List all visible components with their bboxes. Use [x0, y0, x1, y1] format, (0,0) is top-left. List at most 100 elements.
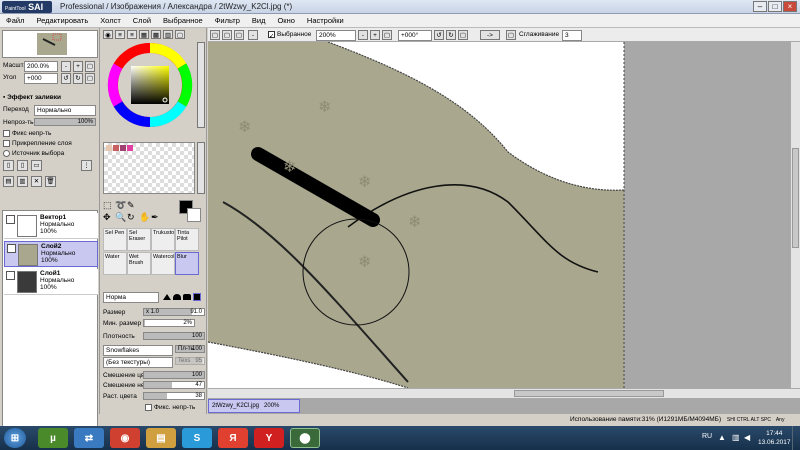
rotate-right-button[interactable]: ↻	[73, 73, 83, 84]
show-selection-checkbox[interactable]: ✓	[268, 30, 275, 40]
vertical-scrollbar[interactable]	[790, 42, 800, 388]
texture-select[interactable]: (Без текстуры)	[103, 357, 173, 368]
swatch-color[interactable]	[120, 145, 126, 151]
min-size-slider[interactable]: 2%	[143, 319, 195, 327]
menu-layer[interactable]: Слой	[127, 14, 157, 28]
menu-filter[interactable]: Фильтр	[209, 14, 246, 28]
menu-selection[interactable]: Выбранное	[157, 14, 209, 28]
network-icon[interactable]: ▥	[732, 433, 740, 442]
palette-tab[interactable]: ▦	[139, 30, 149, 39]
blend-slider[interactable]: 100	[143, 371, 205, 379]
rect-select-icon[interactable]: ⬚	[103, 200, 112, 211]
brush-shape-select[interactable]: Snowflakes	[103, 345, 173, 356]
brush-fix-opacity-checkbox[interactable]	[145, 403, 152, 411]
zoom-out-button[interactable]: -	[358, 30, 368, 40]
secondary-color[interactable]	[187, 208, 201, 222]
layer-panel-menu-button[interactable]: ⋮	[81, 160, 92, 171]
language-indicator[interactable]: RU	[702, 433, 712, 440]
layer-2[interactable]: Слой2 Нормально 100%	[4, 241, 98, 267]
yandex-browser-icon[interactable]: Y	[254, 428, 284, 448]
brush-shape-icon[interactable]	[183, 294, 191, 300]
color-wheel-tab[interactable]: ◉	[103, 30, 113, 39]
menu-window[interactable]: Окно	[271, 14, 300, 28]
brush-shape-icon[interactable]	[173, 294, 181, 300]
hsv-slider-tab[interactable]: ≡	[127, 30, 137, 39]
invert-selection-button[interactable]: ▢	[234, 30, 244, 40]
opacity-slider[interactable]: 100%	[34, 118, 96, 126]
volume-icon[interactable]: ◀	[744, 433, 750, 442]
close-button[interactable]: ×	[783, 1, 797, 12]
select-all-button[interactable]: ▢	[210, 30, 220, 40]
zoom-out-canvas-button[interactable]: -	[248, 30, 258, 40]
merge-down-button[interactable]: ▥	[17, 176, 28, 187]
explorer-icon[interactable]: ▤	[146, 428, 176, 448]
mixer-tab[interactable]: ▩	[151, 30, 161, 39]
smoothing-select[interactable]: 3	[562, 30, 582, 41]
texture-strength-slider[interactable]: Texs 95	[175, 357, 205, 365]
scroll-thumb[interactable]	[514, 390, 664, 397]
brush-shape-icon[interactable]	[163, 294, 171, 300]
move-icon[interactable]: ✥	[103, 212, 111, 223]
clip-layer-checkbox[interactable]	[3, 139, 10, 147]
start-button[interactable]: ⊞	[4, 428, 26, 448]
brush-shape-icon[interactable]	[193, 293, 201, 301]
tool-watercol[interactable]: Watercol	[151, 252, 175, 275]
fix-opacity-checkbox[interactable]	[3, 129, 10, 137]
selection-source-radio[interactable]	[3, 149, 10, 157]
visibility-toggle[interactable]	[6, 271, 15, 280]
stabilizer-toggle[interactable]: ▢	[506, 30, 516, 40]
menu-canvas[interactable]: Холст	[94, 14, 127, 28]
stretch-slider[interactable]: 38	[143, 392, 205, 400]
color-panel-scrollbar[interactable]	[197, 42, 205, 128]
canvas-angle-field[interactable]: +000°	[398, 30, 432, 41]
rgb-slider-tab[interactable]: ≡	[115, 30, 125, 39]
drawing-canvas[interactable]: ❄ ❄ ❄ ❄ ❄ ❄	[208, 42, 790, 388]
size-slider[interactable]: x 1.0 91.0	[143, 308, 205, 316]
menu-edit[interactable]: Редактировать	[30, 14, 94, 28]
tool-sel-pen[interactable]: Sel Pen	[103, 228, 127, 251]
layer-1[interactable]: Слой1 Нормально 100%	[4, 269, 98, 295]
swatches-scrollbar[interactable]	[197, 142, 205, 194]
menu-view[interactable]: Вид	[246, 14, 272, 28]
layer-vector1[interactable]: Вектор1 Нормально 100%	[4, 213, 98, 239]
deselect-button[interactable]: ▢	[222, 30, 232, 40]
menu-file[interactable]: Файл	[0, 14, 30, 28]
zoom-fit-button[interactable]: ▢	[382, 30, 392, 40]
tool-tinta-pilot[interactable]: Tinta Pilot	[175, 228, 199, 251]
fix-opacity-option[interactable]: Фикс непр-ть	[3, 129, 51, 138]
tool-blur[interactable]: Blur	[175, 252, 199, 275]
rotate-reset-button[interactable]: ▢	[85, 73, 95, 84]
zoom-reset-button[interactable]: ▢	[85, 61, 95, 72]
clear-layer-button[interactable]: ✕	[31, 176, 42, 187]
utorrent-icon[interactable]: µ	[38, 428, 68, 448]
swatch-color[interactable]	[106, 145, 112, 151]
delete-layer-button[interactable]: 🗑	[45, 176, 56, 187]
minimize-button[interactable]: –	[753, 1, 767, 12]
teamviewer-icon[interactable]: ⇄	[74, 428, 104, 448]
rotate-right-button[interactable]: ↻	[446, 30, 456, 40]
new-folder-button[interactable]: ▭	[31, 160, 42, 171]
paint-tool-sai-icon[interactable]: ⬤	[290, 428, 320, 448]
tool-wet-brush[interactable]: Wet Brush	[127, 252, 151, 275]
new-layer-button[interactable]: ▯	[3, 160, 14, 171]
swatch-color[interactable]	[113, 145, 119, 151]
show-desktop-button[interactable]	[792, 426, 800, 450]
menu-settings[interactable]: Настройки	[301, 14, 350, 28]
rotate-icon[interactable]: ↻	[127, 212, 135, 223]
tool-sel-eraser[interactable]: Sel Eraser	[127, 228, 151, 251]
blend-mode-select[interactable]: Нормально	[34, 105, 96, 116]
brush-fix-opacity-option[interactable]: Фикс. непр-ть	[145, 403, 195, 412]
clock[interactable]: 17:44 13.06.2017	[758, 429, 791, 447]
blend-opacity-slider[interactable]: 47	[143, 381, 205, 389]
zoom-field[interactable]: 200.0%	[24, 61, 58, 72]
zoom-in-button[interactable]: +	[73, 61, 83, 72]
zoom-icon[interactable]: 🔍	[115, 212, 126, 223]
layer-to-selection-button[interactable]: ▤	[3, 176, 14, 187]
brush-mode-select[interactable]: Норма	[103, 292, 159, 303]
visibility-toggle[interactable]	[7, 244, 16, 253]
scroll-thumb[interactable]	[792, 148, 799, 248]
shape-strength-slider[interactable]: Пл-ть 100	[175, 345, 205, 353]
magic-wand-icon[interactable]: ✎	[127, 200, 135, 211]
eyedropper-icon[interactable]: ✒	[151, 212, 159, 223]
swatches-grid[interactable]	[103, 142, 195, 194]
